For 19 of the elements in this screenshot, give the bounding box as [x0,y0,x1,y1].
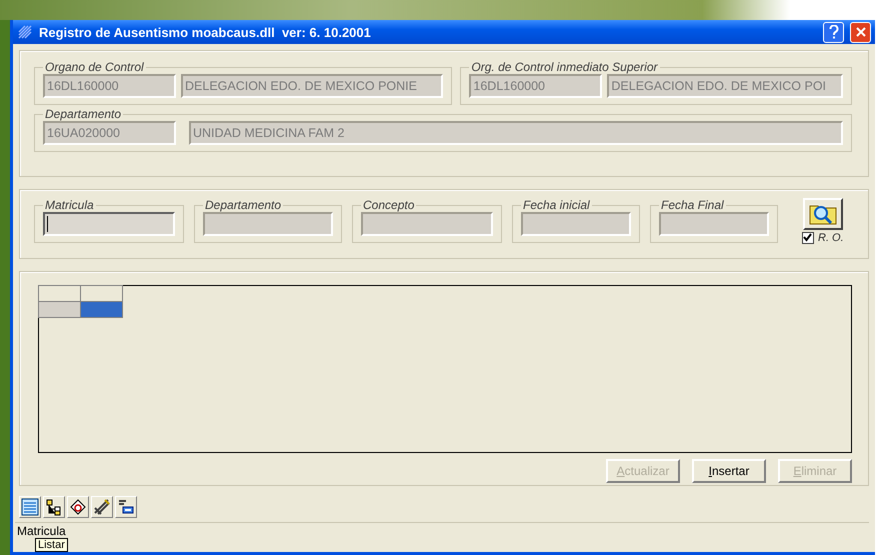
status-text: Matricula [17,524,66,538]
group-label: Organo de Control [44,60,145,74]
name-field[interactable]: UNIDAD MEDICINA FAM 2 [189,121,843,145]
filter-label: Departamento [204,198,282,212]
name-field[interactable]: DELEGACION EDO. DE MEXICO PONIE [181,74,444,98]
code-field[interactable]: 16DL160000 [43,74,176,98]
group-label: Org. de Control inmediato Superior [470,60,659,74]
action-button[interactable]: Insertar [692,459,766,483]
code-field[interactable]: 16UA020000 [43,121,176,145]
filter-label: Matricula [44,198,95,212]
tooltip: Listar [35,538,68,552]
checkbox-label: R. O. [818,232,844,244]
filter-label: Fecha Final [660,198,725,212]
code-field[interactable]: 16DL160000 [469,74,602,98]
name-field[interactable]: DELEGACION EDO. DE MEXICO POI [607,74,843,98]
group-label: Departamento [44,107,122,121]
window-title: Registro de Ausentismo moabcaus.dll ver: 6. 10.2001 [39,24,372,40]
filter-label: Fecha inicial [522,198,591,212]
filter-label: Concepto [362,198,416,212]
